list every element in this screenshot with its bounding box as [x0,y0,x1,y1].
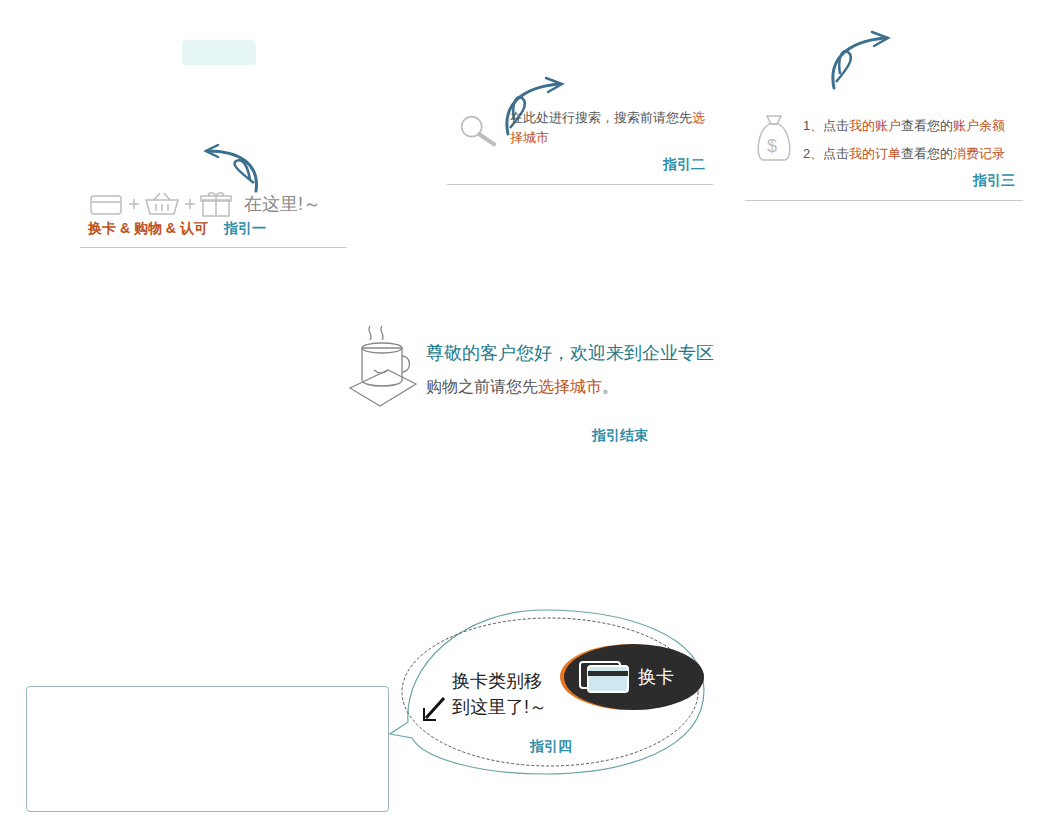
guide-four-foot: 指引四 [530,734,572,758]
guide-two-body: 在此处进行搜索，搜索前请您先选择城市指引二 [510,108,705,176]
card-icon [88,190,124,218]
guide-text: 查看您的 [901,146,953,161]
welcome-title: 尊敬的客户您好，欢迎来到企业专区 [426,340,714,367]
guide-three-line: 2、点击我的订单查看您的消费记录 [803,140,1015,168]
plus-icon [128,190,140,218]
guide-label[interactable]: 指引一 [224,218,266,239]
guide-three-body: 1、点击我的账户查看您的账户余额2、点击我的订单查看您的消费记录指引三 [803,112,1015,192]
guide-four-text: 换卡类别移到这里了!～ [452,668,547,720]
guide-text: 购物之前请您先 [426,378,538,395]
guide-text: 1、点击 [803,118,849,133]
here-text: 在这里!～ [244,191,321,218]
top-chip [182,40,256,65]
arrow-icon [826,30,892,90]
guide-four: 换卡类别移到这里了!～ 换卡指引四 [384,604,712,780]
guide-label[interactable]: 指引三 [973,172,1015,188]
guide-three: $1、点击我的账户查看您的账户余额2、点击我的订单查看您的消费记录指引三 [745,112,1023,201]
card-exchange-label[interactable]: 换卡 [638,664,674,691]
basket-icon [144,190,180,218]
gift-icon [200,190,232,218]
search-icon [455,108,502,152]
guide-text: 消费记录 [953,146,1005,161]
coffee-icon [348,324,418,408]
guide-two: 在此处进行搜索，搜索前请您先选择城市指引二 [447,108,713,185]
guide-three-line: 1、点击我的账户查看您的账户余额 [803,112,1015,140]
feature-list: 换卡 & 购物 & 认可 [88,218,208,239]
money-bag-icon: $ [753,112,795,166]
guide-one-row: 换卡 & 购物 & 认可指引一 [88,218,338,239]
welcome-panel: 尊敬的客户您好，欢迎来到企业专区购物之前请您先选择城市。指引结束 [348,324,714,447]
guide-text: 2、点击 [803,146,849,161]
guide-label[interactable]: 指引二 [663,156,705,172]
card-type-box [26,686,389,812]
guide-text: 选择城市 [538,378,602,395]
guide-text: 查看您的 [901,118,953,133]
card-exchange-button[interactable]: 换卡 [564,644,704,710]
guide-two-foot: 指引二 [510,152,705,176]
guide-two-text: 在此处进行搜索，搜索前请您先选择城市 [510,108,705,148]
guide-four-line: 换卡类别移 [452,668,547,694]
guide-text: 在此处进行搜索，搜索前请您先 [510,110,692,125]
welcome-body: 尊敬的客户您好，欢迎来到企业专区购物之前请您先选择城市。指引结束 [426,324,714,447]
guide-text: 账户余额 [953,118,1005,133]
welcome-text: 购物之前请您先选择城市。 [426,375,714,399]
guide-text: 我的订单 [849,146,901,161]
pointer-arrow-icon [420,694,448,724]
svg-text:$: $ [767,136,777,156]
arrow-icon [500,76,566,136]
guide-text: 。 [602,378,618,395]
plus-icon [184,190,196,218]
guide-text: 我的账户 [849,118,901,133]
guide-four-line: 到这里了!～ [452,694,547,720]
guide-page: 在这里!～换卡 & 购物 & 认可指引一在此处进行搜索，搜索前请您先选择城市指引… [0,0,1051,840]
card-icon [578,658,632,696]
guide-label[interactable]: 指引四 [530,738,572,754]
guide-one-icons: 在这里!～ [88,190,338,218]
end-label[interactable]: 指引结束 [592,427,648,443]
welcome-foot: 指引结束 [426,423,714,447]
guide-one: 在这里!～换卡 & 购物 & 认可指引一 [80,190,346,248]
guide-three-foot: 指引三 [803,168,1015,192]
